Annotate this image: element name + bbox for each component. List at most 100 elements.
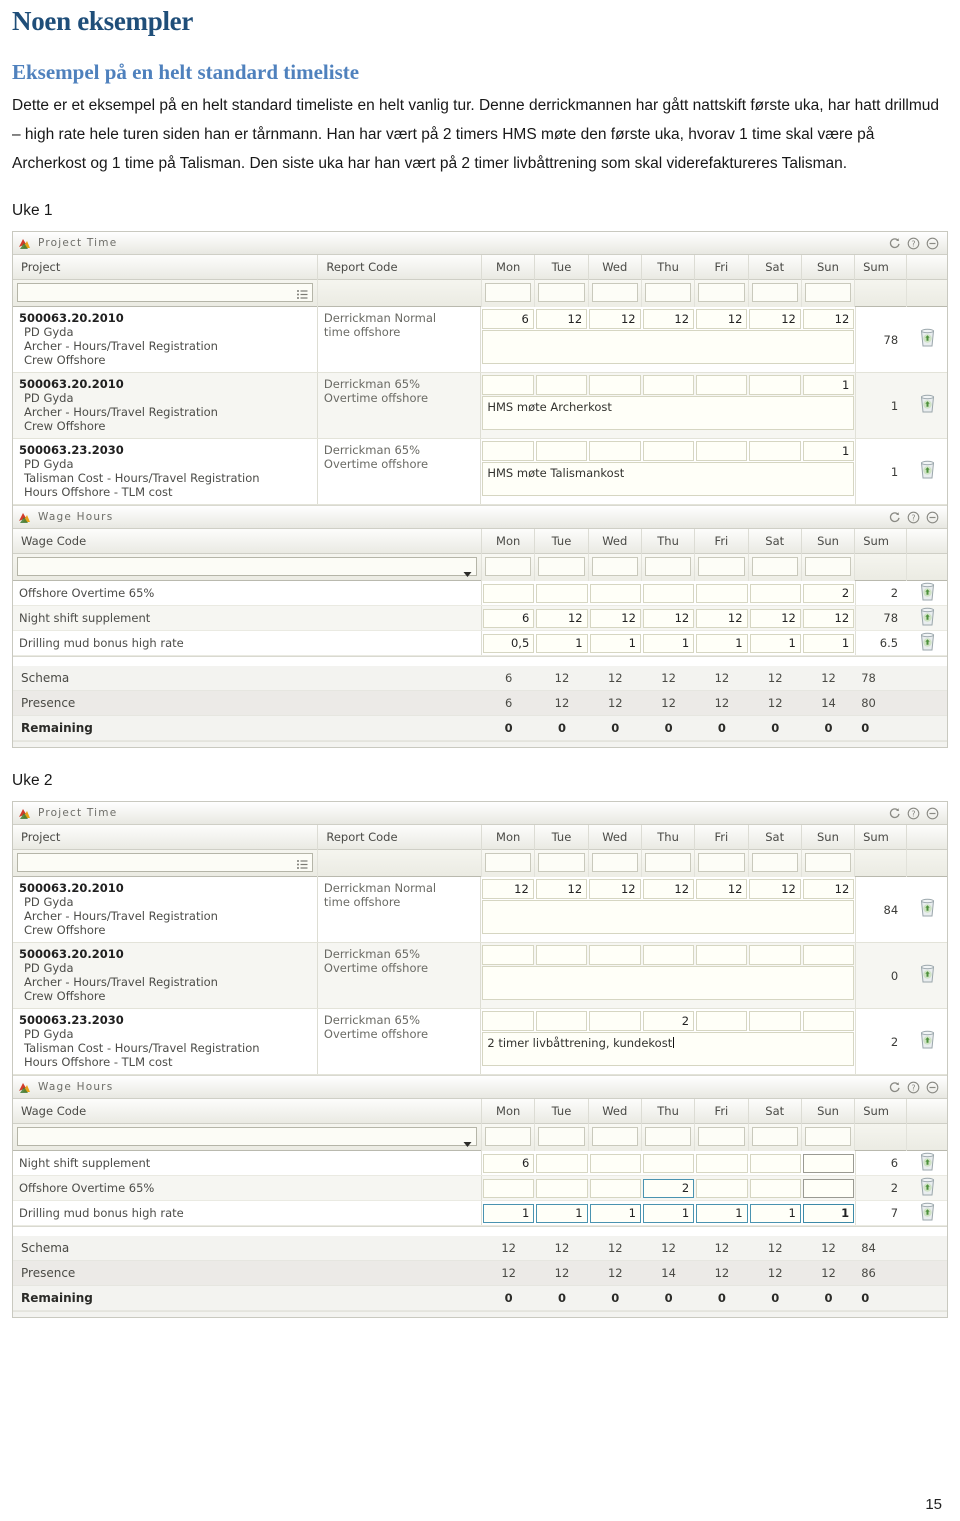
wage-code-cell[interactable]: Night shift supplement [13, 1151, 482, 1176]
filter-cell-thu[interactable] [641, 1123, 696, 1151]
filter-cell-thu[interactable] [641, 849, 696, 877]
day-input-sat[interactable] [749, 584, 801, 604]
table-row[interactable]: 500063.20.2010 PD Gyda Archer - Hours/Trav… [13, 307, 947, 374]
filter-cell-sun[interactable] [801, 849, 856, 877]
trash-icon[interactable] [919, 898, 936, 921]
filter-cell-wed[interactable] [588, 849, 642, 877]
table-row[interactable]: Drilling mud bonus high rate 0,5 1 1 1 1 1 1 6.5 [13, 631, 947, 657]
day-input-tue[interactable] [535, 1011, 588, 1032]
day-input-wed[interactable] [589, 1011, 641, 1032]
day-input-tue[interactable]: 1 [536, 1204, 588, 1224]
filter-cell-mon[interactable] [482, 1123, 536, 1151]
report-code-cell[interactable]: Derrickman Normal time offshore [318, 307, 482, 373]
filter-cell-mon[interactable] [482, 553, 536, 581]
filter-cell-fri[interactable] [695, 1123, 749, 1151]
trash-icon[interactable] [919, 1177, 936, 1200]
filter-cell-sat[interactable] [748, 553, 802, 581]
report-code-cell[interactable]: Derrickman 65% Overtime offshore [318, 943, 482, 1009]
day-input-wed[interactable]: 1 [589, 634, 641, 654]
comment-input[interactable]: 2 timer livbåttrening, kundekost [482, 1032, 855, 1067]
help-icon[interactable]: ? [907, 511, 920, 524]
trash-icon[interactable] [919, 1030, 936, 1053]
day-input-mon[interactable]: 1 [482, 1204, 535, 1224]
day-input-thu[interactable]: 2 [642, 1179, 695, 1199]
delete-row-button[interactable] [907, 581, 947, 605]
day-input-sun[interactable]: 12 [802, 309, 855, 330]
table-row[interactable]: 500063.23.2030 PD Gyda Talisman Cost - Hou… [13, 439, 947, 506]
column-header-wed[interactable]: Wed [589, 254, 642, 280]
day-input-sat[interactable]: 12 [749, 309, 801, 330]
day-input-mon[interactable] [482, 1179, 535, 1199]
project-filter-input[interactable] [17, 282, 314, 302]
day-input-sat[interactable]: 1 [749, 634, 801, 654]
report-code-cell[interactable]: Derrickman Normal time offshore [318, 877, 482, 943]
day-input-sat[interactable]: 12 [749, 879, 801, 900]
trash-icon[interactable] [919, 1152, 936, 1175]
day-input-fri[interactable]: 12 [696, 309, 748, 330]
table-row[interactable]: Night shift supplement 6 6 [13, 1151, 947, 1177]
collapse-icon[interactable] [926, 807, 939, 820]
day-input-tue[interactable]: 12 [536, 609, 588, 629]
table-row[interactable]: 500063.23.2030 PD Gyda Talisman Cost - Hou… [13, 1009, 947, 1076]
column-header-sun[interactable]: Sun [802, 254, 856, 280]
day-input-tue[interactable]: 12 [535, 309, 588, 330]
project-cell[interactable]: 500063.20.2010 PD Gyda Archer - Hours/Trav… [13, 373, 318, 439]
day-input-sun[interactable] [802, 1179, 855, 1199]
list-picker-icon[interactable] [296, 856, 309, 869]
filter-cell-sun[interactable] [801, 1123, 856, 1151]
column-header-sun[interactable]: Sun [802, 824, 856, 850]
column-header-sun[interactable]: Sun [802, 528, 856, 554]
trash-icon[interactable] [919, 460, 936, 483]
day-input-tue[interactable]: 1 [536, 634, 588, 654]
day-input-sun[interactable]: 1 [802, 634, 855, 654]
report-code-cell[interactable]: Derrickman 65% Overtime offshore [318, 1009, 482, 1075]
day-input-tue[interactable] [535, 375, 588, 396]
day-input-fri[interactable]: 12 [696, 609, 748, 629]
day-input-sat[interactable] [749, 441, 801, 462]
delete-row-button[interactable] [907, 373, 947, 438]
collapse-icon[interactable] [926, 511, 939, 524]
trash-icon[interactable] [919, 328, 936, 351]
filter-cell-fri[interactable] [695, 553, 749, 581]
column-header-report-code[interactable]: Report Code [318, 254, 483, 280]
delete-row-button[interactable] [907, 1009, 947, 1074]
day-input-mon[interactable] [482, 375, 534, 396]
day-input-thu[interactable]: 2 [642, 1011, 695, 1032]
day-input-sat[interactable] [749, 945, 801, 966]
column-header-wed[interactable]: Wed [589, 528, 642, 554]
trash-icon[interactable] [919, 1202, 936, 1225]
day-input-wed[interactable] [589, 945, 641, 966]
day-input-thu[interactable]: 12 [642, 309, 695, 330]
day-input-wed[interactable]: 12 [589, 879, 641, 900]
column-header-fri[interactable]: Fri [695, 254, 749, 280]
day-input-mon[interactable]: 6 [482, 609, 535, 629]
day-input-mon[interactable]: 0,5 [482, 634, 535, 654]
day-input-wed[interactable] [589, 441, 641, 462]
project-cell[interactable]: 500063.23.2030 PD Gyda Talisman Cost - Hou… [13, 1009, 318, 1075]
trash-icon[interactable] [919, 632, 936, 655]
column-header-wage-code[interactable]: Wage Code [13, 1098, 482, 1124]
day-input-fri[interactable] [696, 584, 748, 604]
day-input-sun[interactable]: 1 [802, 375, 855, 396]
chevron-down-icon[interactable] [463, 1133, 472, 1152]
column-header-sum[interactable]: Sum [855, 528, 908, 554]
delete-row-button[interactable] [907, 307, 947, 372]
table-row[interactable]: Offshore Overtime 65% 2 2 [13, 581, 947, 607]
filter-cell-fri[interactable] [695, 849, 749, 877]
table-row[interactable]: 500063.20.2010 PD Gyda Archer - Hours/Trav… [13, 877, 947, 944]
delete-row-button[interactable] [907, 1176, 947, 1200]
day-input-fri[interactable] [696, 1154, 748, 1174]
project-cell[interactable]: 500063.20.2010 PD Gyda Archer - Hours/Trav… [13, 943, 318, 1009]
day-input-tue[interactable] [536, 584, 588, 604]
column-header-sat[interactable]: Sat [749, 528, 802, 554]
comment-input[interactable]: HMS møte Archerkost [482, 396, 855, 431]
delete-row-button[interactable] [907, 439, 947, 504]
column-header-sum[interactable]: Sum [855, 1098, 908, 1124]
day-input-sat[interactable]: 1 [749, 1204, 801, 1224]
column-header-thu[interactable]: Thu [642, 824, 696, 850]
day-input-mon[interactable] [482, 584, 535, 604]
column-header-mon[interactable]: Mon [482, 528, 536, 554]
day-input-sun[interactable] [802, 1011, 855, 1032]
day-input-thu[interactable] [642, 945, 695, 966]
help-icon[interactable]: ? [907, 237, 920, 250]
